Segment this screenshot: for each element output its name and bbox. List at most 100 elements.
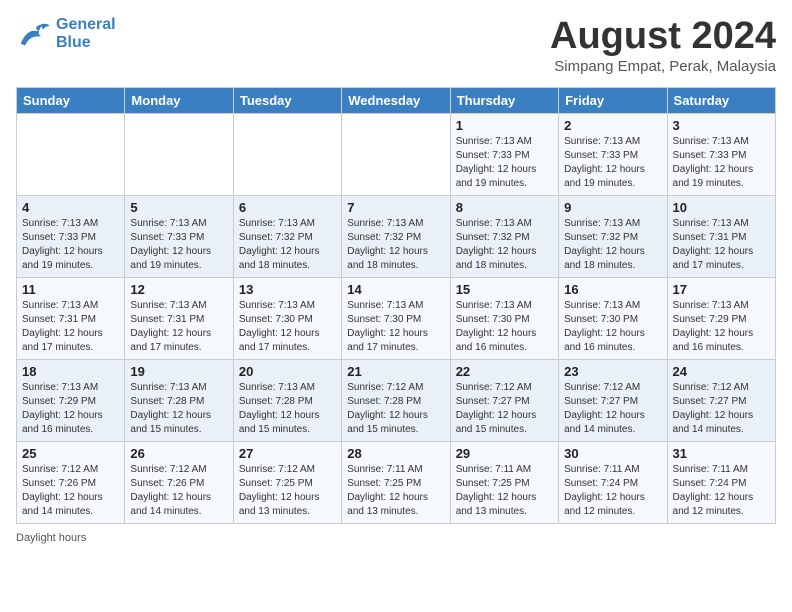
day-number: 27 <box>239 446 336 461</box>
day-info: Sunrise: 7:12 AM Sunset: 7:26 PM Dayligh… <box>22 463 119 519</box>
day-info: Sunrise: 7:11 AM Sunset: 7:24 PM Dayligh… <box>564 463 661 519</box>
calendar-cell: 3 Sunrise: 7:13 AM Sunset: 7:33 PM Daylig… <box>667 113 775 195</box>
month-year-title: August 2024 <box>550 16 776 58</box>
day-number: 14 <box>347 282 444 297</box>
calendar-cell: 11Sunrise: 7:13 AM Sunset: 7:31 PM Dayli… <box>17 277 125 359</box>
calendar-cell: 14 Sunrise: 7:13 AM Sunset: 7:30 PM Dayli… <box>342 277 450 359</box>
calendar-cell: 20Sunrise: 7:13 AM Sunset: 7:28 PM Dayli… <box>233 359 341 441</box>
calendar-day-header: Tuesday <box>233 87 341 113</box>
calendar-cell: 26 Sunrise: 7:12 AM Sunset: 7:26 PM Dayli… <box>125 441 233 523</box>
day-number: 3 <box>673 118 770 133</box>
calendar-cell <box>125 113 233 195</box>
day-info: Sunrise: 7:11 AM Sunset: 7:24 PM Dayligh… <box>673 463 770 519</box>
day-number: 1 <box>456 118 553 133</box>
day-info: Sunrise: 7:11 AM Sunset: 7:25 PM Dayligh… <box>456 463 553 519</box>
calendar-cell <box>342 113 450 195</box>
calendar-cell: 25 Sunrise: 7:12 AM Sunset: 7:26 PM Dayli… <box>17 441 125 523</box>
calendar-cell: 18 Sunrise: 7:13 AM Sunset: 7:29 PM Dayli… <box>17 359 125 441</box>
calendar-cell: 10 Sunrise: 7:13 AM Sunset: 7:31 PM Dayli… <box>667 195 775 277</box>
day-info: Sunrise: 7:12 AM Sunset: 7:27 PM Dayligh… <box>564 381 661 437</box>
day-info: Sunrise: 7:13 AM Sunset: 7:32 PM Dayligh… <box>564 217 661 273</box>
day-info: Sunrise: 7:12 AM Sunset: 7:28 PM Dayligh… <box>347 381 444 437</box>
day-info: Sunrise: 7:13 AM Sunset: 7:29 PM Dayligh… <box>22 381 119 437</box>
day-info: Sunrise: 7:13 AM Sunset: 7:30 PM Dayligh… <box>456 299 553 355</box>
day-number: 15 <box>456 282 553 297</box>
day-number: 26 <box>130 446 227 461</box>
day-info: Sunrise: 7:12 AM Sunset: 7:27 PM Dayligh… <box>456 381 553 437</box>
calendar-cell: 15 Sunrise: 7:13 AM Sunset: 7:30 PM Dayli… <box>450 277 558 359</box>
calendar-cell: 23 Sunrise: 7:12 AM Sunset: 7:27 PM Dayli… <box>559 359 667 441</box>
day-number: 19 <box>130 364 227 379</box>
day-number: 16 <box>564 282 661 297</box>
day-info: Sunrise: 7:13 AM Sunset: 7:30 PM Dayligh… <box>239 299 336 355</box>
day-number: 2 <box>564 118 661 133</box>
calendar-cell: 1 Sunrise: 7:13 AM Sunset: 7:33 PM Daylig… <box>450 113 558 195</box>
calendar-cell: 5Sunrise: 7:13 AM Sunset: 7:33 PM Daylig… <box>125 195 233 277</box>
day-info: Sunrise: 7:13 AM Sunset: 7:33 PM Dayligh… <box>456 135 553 191</box>
day-number: 30 <box>564 446 661 461</box>
calendar-week-row: 25 Sunrise: 7:12 AM Sunset: 7:26 PM Dayli… <box>17 441 776 523</box>
day-info: Sunrise: 7:13 AM Sunset: 7:32 PM Dayligh… <box>239 217 336 273</box>
calendar-week-row: 1 Sunrise: 7:13 AM Sunset: 7:33 PM Daylig… <box>17 113 776 195</box>
calendar-cell: 16 Sunrise: 7:13 AM Sunset: 7:30 PM Dayli… <box>559 277 667 359</box>
day-number: 24 <box>673 364 770 379</box>
day-info: Sunrise: 7:13 AM Sunset: 7:30 PM Dayligh… <box>347 299 444 355</box>
day-info: Sunrise: 7:13 AM Sunset: 7:31 PM Dayligh… <box>673 217 770 273</box>
calendar-cell: 22 Sunrise: 7:12 AM Sunset: 7:27 PM Dayli… <box>450 359 558 441</box>
location-subtitle: Simpang Empat, Perak, Malaysia <box>550 58 776 75</box>
day-info: Sunrise: 7:13 AM Sunset: 7:33 PM Dayligh… <box>673 135 770 191</box>
title-block: August 2024 Simpang Empat, Perak, Malays… <box>550 16 776 75</box>
calendar-week-row: 18 Sunrise: 7:13 AM Sunset: 7:29 PM Dayli… <box>17 359 776 441</box>
day-number: 6 <box>239 200 336 215</box>
calendar-cell: 13 Sunrise: 7:13 AM Sunset: 7:30 PM Dayli… <box>233 277 341 359</box>
calendar-cell: 4Sunrise: 7:13 AM Sunset: 7:33 PM Daylig… <box>17 195 125 277</box>
day-info: Sunrise: 7:13 AM Sunset: 7:30 PM Dayligh… <box>564 299 661 355</box>
calendar-week-row: 4Sunrise: 7:13 AM Sunset: 7:33 PM Daylig… <box>17 195 776 277</box>
calendar-cell: 17Sunrise: 7:13 AM Sunset: 7:29 PM Dayli… <box>667 277 775 359</box>
calendar-week-row: 11 Sunrise: 7:13 AM Sunset: 7:31 PM Dayli… <box>17 277 776 359</box>
day-number: 21 <box>347 364 444 379</box>
calendar-cell: 6 Sunrise: 7:13 AM Sunset: 7:32 PM Daylig… <box>233 195 341 277</box>
calendar-day-header: Wednesday <box>342 87 450 113</box>
calendar-cell: 2Sunrise: 7:13 AM Sunset: 7:33 PM Daylig… <box>559 113 667 195</box>
calendar-cell: 19 Sunrise: 7:13 AM Sunset: 7:28 PM Dayli… <box>125 359 233 441</box>
day-info: Sunrise: 7:13 AM Sunset: 7:32 PM Dayligh… <box>347 217 444 273</box>
calendar-day-header: Sunday <box>17 87 125 113</box>
day-number: 13 <box>239 282 336 297</box>
day-info: Sunrise: 7:11 AM Sunset: 7:25 PM Dayligh… <box>347 463 444 519</box>
calendar-day-header: Monday <box>125 87 233 113</box>
day-info: Sunrise: 7:13 AM Sunset: 7:31 PM Dayligh… <box>130 299 227 355</box>
page-header: General Blue August 2024 Simpang Empat, … <box>16 16 776 75</box>
day-number: 9 <box>564 200 661 215</box>
day-info: Sunrise: 7:12 AM Sunset: 7:26 PM Dayligh… <box>130 463 227 519</box>
logo-text: General Blue <box>56 16 116 52</box>
day-number: 7 <box>347 200 444 215</box>
footer-note: Daylight hours <box>16 532 776 544</box>
calendar-cell: 27Sunrise: 7:12 AM Sunset: 7:25 PM Dayli… <box>233 441 341 523</box>
day-number: 18 <box>22 364 119 379</box>
day-number: 22 <box>456 364 553 379</box>
calendar-cell: 8Sunrise: 7:13 AM Sunset: 7:32 PM Daylig… <box>450 195 558 277</box>
day-number: 11 <box>22 282 119 297</box>
day-info: Sunrise: 7:13 AM Sunset: 7:29 PM Dayligh… <box>673 299 770 355</box>
day-number: 29 <box>456 446 553 461</box>
day-info: Sunrise: 7:13 AM Sunset: 7:28 PM Dayligh… <box>130 381 227 437</box>
day-number: 25 <box>22 446 119 461</box>
calendar-day-header: Saturday <box>667 87 775 113</box>
calendar-cell: 28Sunrise: 7:11 AM Sunset: 7:25 PM Dayli… <box>342 441 450 523</box>
calendar-header-row: SundayMondayTuesdayWednesdayThursdayFrid… <box>17 87 776 113</box>
calendar-cell: 24 Sunrise: 7:12 AM Sunset: 7:27 PM Dayli… <box>667 359 775 441</box>
calendar-cell: 12 Sunrise: 7:13 AM Sunset: 7:31 PM Dayli… <box>125 277 233 359</box>
calendar-cell: 7 Sunrise: 7:13 AM Sunset: 7:32 PM Daylig… <box>342 195 450 277</box>
calendar-cell: 21 Sunrise: 7:12 AM Sunset: 7:28 PM Dayli… <box>342 359 450 441</box>
calendar-cell: 9 Sunrise: 7:13 AM Sunset: 7:32 PM Daylig… <box>559 195 667 277</box>
calendar-cell: 30 Sunrise: 7:11 AM Sunset: 7:24 PM Dayli… <box>559 441 667 523</box>
day-number: 5 <box>130 200 227 215</box>
day-number: 10 <box>673 200 770 215</box>
calendar-cell <box>17 113 125 195</box>
logo: General Blue <box>16 16 116 52</box>
day-number: 8 <box>456 200 553 215</box>
day-info: Sunrise: 7:12 AM Sunset: 7:27 PM Dayligh… <box>673 381 770 437</box>
day-number: 12 <box>130 282 227 297</box>
day-number: 23 <box>564 364 661 379</box>
